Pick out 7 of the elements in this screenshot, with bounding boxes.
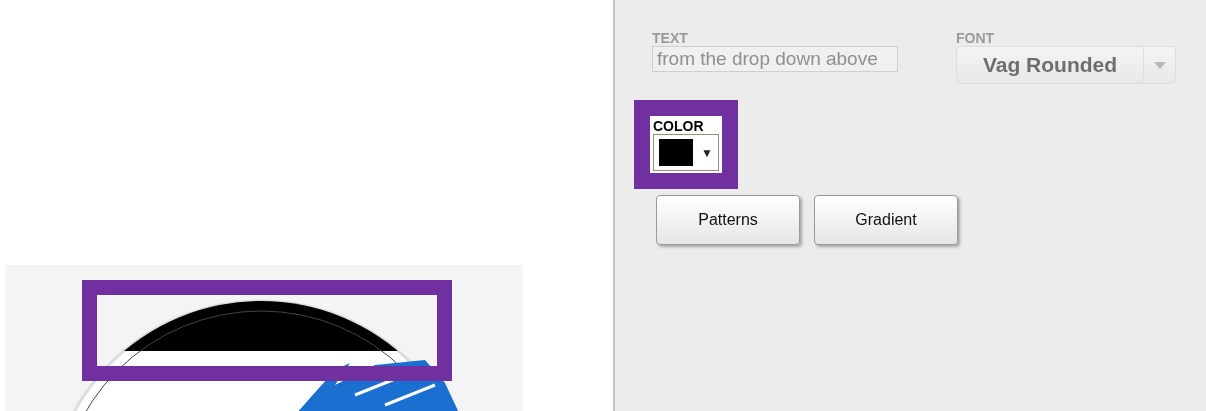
caret-icon <box>1153 61 1166 69</box>
option-button[interactable]: Gradient <box>814 195 958 245</box>
font-label: FONT <box>956 30 996 46</box>
color-label: COLOR <box>653 118 705 134</box>
option-button[interactable]: Patterns <box>656 195 800 245</box>
color-picker-button[interactable]: ▼ <box>653 134 719 171</box>
text-label: TEXT <box>652 30 689 46</box>
